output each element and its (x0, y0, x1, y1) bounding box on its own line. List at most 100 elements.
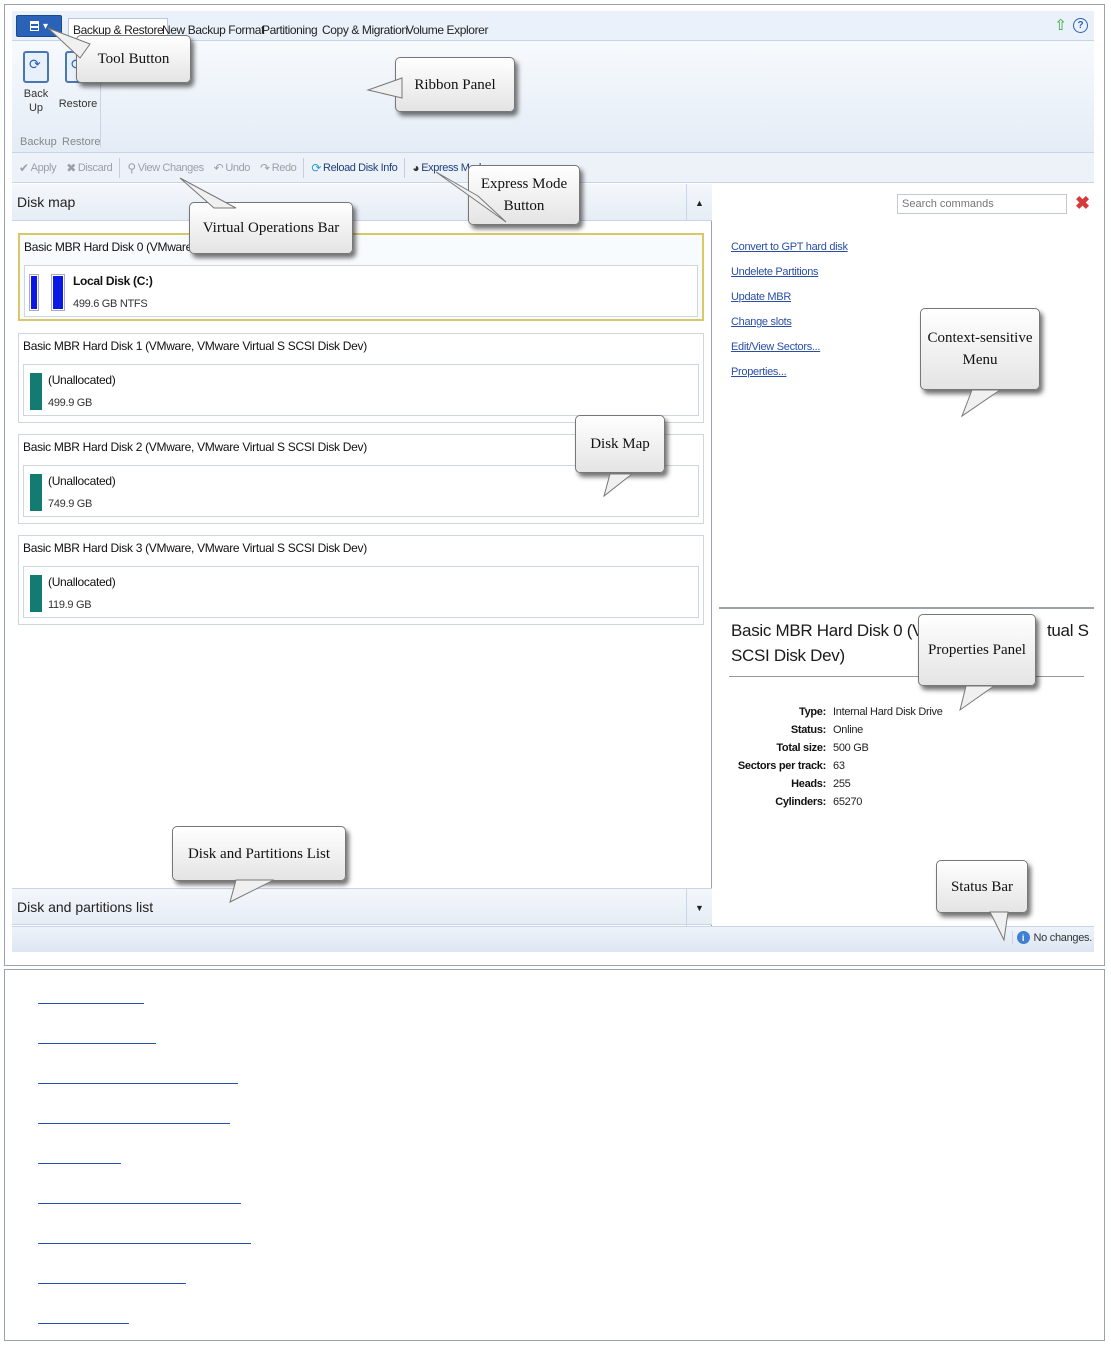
disk-title: Basic MBR Hard Disk 2 (VMware, VMware Vi… (23, 440, 367, 454)
link-underline[interactable] (38, 1243, 251, 1244)
ribbon-group-restore: Restore (62, 136, 101, 148)
back-up-button[interactable]: Back Up (16, 51, 56, 115)
property-key: Total size: (776, 742, 826, 754)
menu-icon (29, 21, 39, 31)
reload-label: Reload Disk Info (323, 161, 398, 174)
property-key: Sectors per track: (737, 760, 826, 772)
tab-copy-migration[interactable]: Copy & Migration (318, 18, 412, 41)
disk-0[interactable]: Basic MBR Hard Disk 0 (VMware, Local Dis… (18, 233, 704, 321)
callout-disk-map: Disk Map (575, 415, 665, 473)
close-icon[interactable]: ✖ (1075, 194, 1090, 212)
properties-title: Basic MBR Hard Disk 0 (VM tual S SCSI Dis… (731, 618, 1091, 668)
status-text: No changes. (1033, 931, 1093, 944)
view-changes-label: View Changes (137, 161, 204, 174)
link-underline[interactable] (38, 1003, 144, 1004)
properties-separator (719, 607, 1094, 609)
link-underline[interactable] (38, 1163, 121, 1164)
callout-ribbon-panel: Ribbon Panel (395, 57, 515, 112)
partitions-list-header[interactable]: Disk and partitions list ▼ (12, 888, 712, 926)
partition-bar (51, 274, 65, 311)
discard-label: Discard (77, 161, 113, 174)
callout-disk-partitions-list: Disk and Partitions List (172, 826, 346, 881)
property-value: Online (833, 724, 863, 736)
undo-label: Undo (225, 161, 251, 174)
reload-icon: ⟳ (311, 160, 322, 175)
properties-title-b: tual S (1046, 621, 1089, 640)
property-value: 500 GB (833, 742, 869, 754)
property-key: Cylinders: (775, 796, 826, 808)
disk-map-pane: Disk map ▲ Basic MBR Hard Disk 0 (VMware… (12, 184, 712, 926)
property-value: 255 (833, 778, 851, 790)
disk-title: Basic MBR Hard Disk 0 (VMware, (24, 240, 196, 254)
info-icon: i (1016, 931, 1030, 944)
menu-undelete-partitions[interactable]: Undelete Partitions (731, 266, 819, 278)
restore-label: Restore (58, 98, 98, 110)
callout-context-menu-line2: Menu (962, 352, 998, 368)
disk-map-header: Disk map ▲ (12, 184, 712, 221)
apply-label: Apply (30, 161, 57, 174)
property-value: 65270 (833, 796, 863, 808)
apply-button[interactable]: ✔ Apply (16, 161, 59, 175)
discard-button[interactable]: ✖ Discard (63, 161, 115, 175)
toolbar-separator (119, 157, 121, 178)
callout-express-mode-line1: Express Mode (480, 176, 568, 192)
express-mode-icon: ◕ (412, 160, 420, 175)
unallocated-bar (30, 474, 42, 511)
partition-size: 749.9 GB (48, 498, 93, 510)
callout-express-mode: Express Mode Button (468, 165, 580, 225)
update-arrow-icon[interactable]: ⇧ (1054, 18, 1067, 34)
callout-virtual-operations-bar: Virtual Operations Bar (189, 202, 353, 254)
partition-size: 499.6 GB NTFS (73, 298, 148, 310)
disk-title: Basic MBR Hard Disk 1 (VMware, VMware Vi… (23, 339, 367, 353)
link-underline[interactable] (38, 1323, 129, 1324)
properties-title-c: SCSI Disk Dev) (731, 646, 845, 665)
reload-disk-info-button[interactable]: ⟳ Reload Disk Info (308, 161, 400, 175)
backup-icon (23, 51, 49, 83)
links-panel (4, 969, 1105, 1341)
menu-convert-to-gpt[interactable]: Convert to GPT hard disk (731, 241, 848, 253)
right-pane: ✖ Convert to GPT hard disk Undelete Part… (719, 184, 1094, 926)
link-underline[interactable] (38, 1123, 230, 1124)
tab-volume-explorer[interactable]: Volume Explorer (402, 18, 492, 41)
link-underline[interactable] (38, 1043, 156, 1044)
view-changes-button[interactable]: ⚲ View Changes (124, 161, 206, 175)
discard-icon: ✖ (66, 160, 76, 175)
partition-label: (Unallocated) (48, 474, 116, 488)
disk-map-title: Disk map (17, 194, 76, 210)
partition-size: 499.9 GB (48, 397, 93, 409)
callout-tool-button: Tool Button (76, 35, 191, 83)
menu-edit-view-sectors[interactable]: Edit/View Sectors... (731, 341, 820, 353)
partition-label: (Unallocated) (48, 575, 116, 589)
partition-local-disk-c[interactable]: Local Disk (C:) 499.6 GB NTFS (24, 265, 698, 317)
tab-partitioning[interactable]: Partitioning (258, 18, 321, 41)
disk-3[interactable]: Basic MBR Hard Disk 3 (VMware, VMware Vi… (18, 535, 704, 625)
back-up-label-1: Back (23, 88, 49, 100)
menu-update-mbr[interactable]: Update MBR (731, 291, 791, 303)
ribbon-group-backup: Backup (20, 136, 57, 148)
unallocated-bar (30, 575, 42, 612)
link-underline[interactable] (38, 1203, 241, 1204)
partition-unallocated[interactable]: (Unallocated) 499.9 GB (23, 364, 699, 416)
tool-button[interactable]: ▾ (16, 15, 62, 37)
menu-change-slots[interactable]: Change slots (731, 316, 792, 328)
status-bar: i No changes. (12, 926, 1094, 952)
callout-context-menu: Context-sensitive Menu (920, 308, 1040, 390)
chevron-down-icon: ▾ (42, 20, 49, 32)
disk-1[interactable]: Basic MBR Hard Disk 1 (VMware, VMware Vi… (18, 333, 704, 423)
expand-down-icon[interactable]: ▼ (686, 889, 712, 926)
disk-title: Basic MBR Hard Disk 3 (VMware, VMware Vi… (23, 541, 367, 555)
redo-button[interactable]: ↷ Redo (257, 161, 299, 175)
menu-properties[interactable]: Properties... (731, 366, 787, 378)
redo-label: Redo (271, 161, 297, 174)
help-icon[interactable]: ? (1073, 18, 1088, 33)
undo-icon: ↶ (213, 160, 224, 175)
partition-unallocated[interactable]: (Unallocated) 119.9 GB (23, 566, 699, 618)
undo-button[interactable]: ↶ Undo (211, 161, 253, 175)
link-underline[interactable] (38, 1083, 238, 1084)
partition-bar (29, 274, 39, 311)
link-underline[interactable] (38, 1283, 186, 1284)
property-key: Status: (790, 724, 826, 736)
collapse-up-icon[interactable]: ▲ (686, 184, 712, 221)
status-indicator: i No changes. (1011, 931, 1093, 944)
search-commands-input[interactable] (897, 194, 1067, 214)
